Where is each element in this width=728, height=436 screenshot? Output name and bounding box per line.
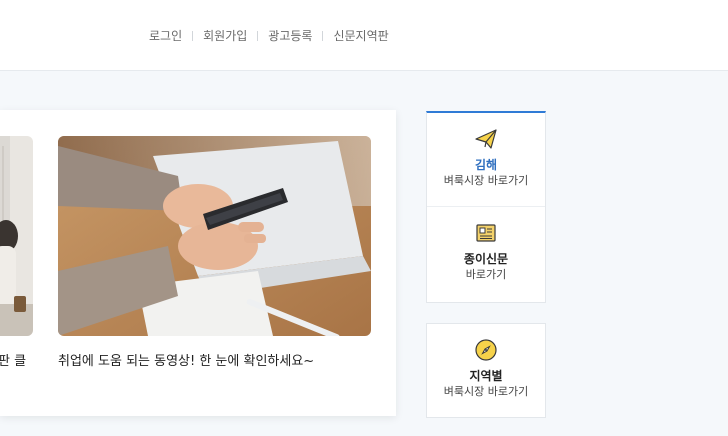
video-thumbnail-left[interactable] (0, 136, 33, 336)
gimhae-title: 김해 (474, 158, 498, 172)
nav-divider (257, 30, 259, 41)
paper-subtitle: 바로가기 (465, 268, 507, 281)
ad-register-link[interactable]: 광고등록 (268, 27, 312, 44)
region-title: 지역별 (469, 369, 503, 383)
video-thumbnail-right[interactable] (58, 136, 371, 336)
region-subtitle: 벼룩시장 바로가기 (443, 385, 529, 398)
paper-plane-icon (475, 129, 497, 149)
region-link-box: 지역별 벼룩시장 바로가기 (426, 323, 546, 418)
video-caption-right[interactable]: 취업에 도움 되는 동영상! 한 눈에 확인하세요~ (58, 350, 314, 369)
gimhae-market-link[interactable]: 김해 벼룩시장 바로가기 (427, 113, 545, 206)
compass-icon (475, 339, 497, 361)
nav-divider (322, 30, 324, 41)
signup-link[interactable]: 회원가입 (203, 27, 247, 44)
paper-title: 종이신문 (463, 252, 509, 266)
phone-hands-image (58, 136, 371, 336)
newspaper-region-link[interactable]: 신문지역판 (333, 27, 388, 44)
gimhae-subtitle: 벼룩시장 바로가기 (443, 174, 529, 187)
office-photo-image (0, 136, 33, 336)
video-carousel-panel: 판 클 취업에 도움 되는 동영상! 한 눈에 확인하세요~ (0, 110, 396, 416)
paper-newspaper-link[interactable]: 종이신문 바로가기 (427, 207, 545, 303)
login-link[interactable]: 로그인 (149, 27, 182, 44)
top-navigation: 로그인 회원가입 광고등록 신문지역판 (149, 27, 389, 44)
quick-links-box: 김해 벼룩시장 바로가기 종이신문 바로가기 (426, 111, 546, 303)
top-bar: 로그인 회원가입 광고등록 신문지역판 (0, 0, 728, 71)
nav-divider (192, 30, 194, 41)
video-caption-left[interactable]: 판 클 (0, 350, 26, 369)
newspaper-icon (476, 224, 496, 242)
region-market-link[interactable]: 지역별 벼룩시장 바로가기 (427, 324, 545, 417)
